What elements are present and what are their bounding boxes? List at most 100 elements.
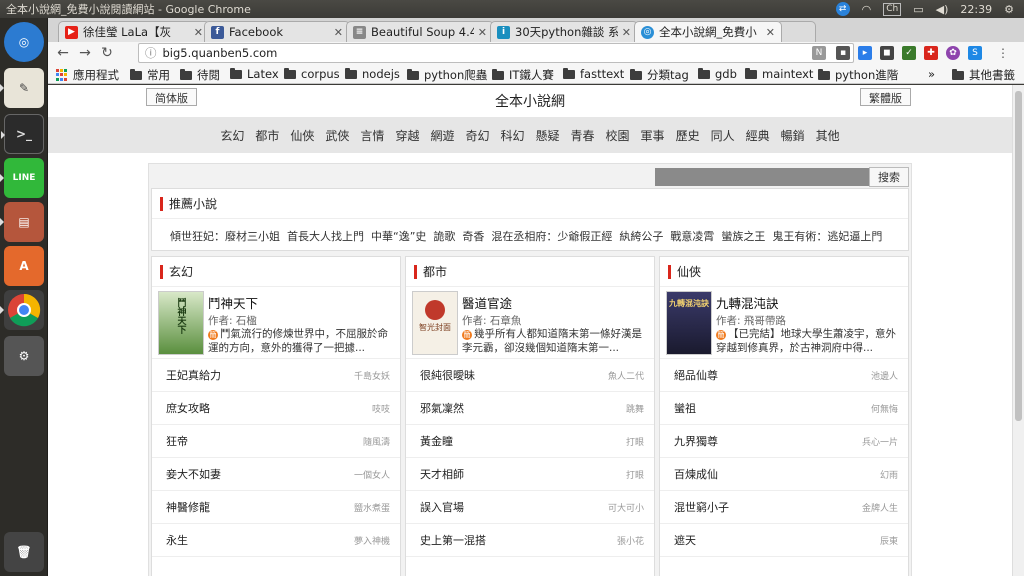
bookmark-folder[interactable]: IT鐵人賽 <box>492 67 554 83</box>
back-arrow-icon[interactable]: ← <box>52 45 74 61</box>
nav-category[interactable]: 同人 <box>710 127 736 144</box>
book-name[interactable]: 妾大不如妻 <box>166 466 221 482</box>
bookmark-folder[interactable]: 待閱 <box>180 67 220 83</box>
book-name[interactable]: 狂帝 <box>166 433 188 449</box>
book-name[interactable]: 邪氣凜然 <box>420 400 464 416</box>
list-item[interactable]: 絕品仙尊 池邊人 <box>660 359 908 392</box>
list-item[interactable]: 庶女攻略 吱吱 <box>152 392 400 425</box>
bookmark-folder[interactable]: python爬蟲 <box>407 67 487 83</box>
recommend-link[interactable]: 中華“逸”史 <box>371 228 426 244</box>
featured-book[interactable]: 九轉混沌訣 九轉混沌訣 作者: 飛哥帶路 簡【已完結】地球大學生蕭凌宇，意外穿越… <box>660 287 908 359</box>
bookmark-folder[interactable]: corpus <box>284 67 340 81</box>
recommend-link[interactable]: 傾世狂妃：廢材三小姐 <box>170 228 280 244</box>
text-editor-icon[interactable]: ✎ <box>0 68 44 108</box>
extension-color-icon[interactable]: ✿ <box>946 46 960 60</box>
nav-category[interactable]: 其他 <box>815 127 841 144</box>
info-icon[interactable]: ⓘ <box>145 45 157 61</box>
book-cover[interactable]: 鬥神天下 <box>158 291 204 355</box>
book-name[interactable]: 天才相師 <box>420 466 464 482</box>
bookmarks-overflow-chevron[interactable]: » <box>928 67 935 81</box>
page-scrollbar[interactable] <box>1012 85 1024 576</box>
featured-book[interactable]: 智光封面 醫道官途 作者: 石章魚 簡幾乎所有人都知道隋末第一條好漢是李元霸，卻… <box>406 287 654 359</box>
book-name[interactable]: 絕品仙尊 <box>674 367 718 383</box>
tab-quanben-active[interactable]: ◎ 全本小說網_免費小 ✕ <box>634 21 782 42</box>
nav-category[interactable]: 武俠 <box>324 127 350 144</box>
nav-category[interactable]: 歷史 <box>675 127 701 144</box>
bookmark-folder[interactable]: gdb <box>698 67 737 81</box>
extension-n-icon[interactable]: N <box>812 46 826 60</box>
extension-puzzle-icon[interactable]: ▪ <box>836 46 850 60</box>
address-bar[interactable]: ⓘ big5.quanben5.com ★ <box>138 43 854 63</box>
nav-category[interactable]: 網遊 <box>429 127 455 144</box>
book-name[interactable]: 史上第一混搭 <box>420 532 486 548</box>
recommend-link[interactable]: 詭歌 <box>433 228 455 244</box>
nav-category[interactable]: 暢銷 <box>780 127 806 144</box>
book-name[interactable]: 誤入官場 <box>420 499 464 515</box>
list-item[interactable]: 很純很曖昧 魚人二代 <box>406 359 654 392</box>
close-icon[interactable]: ✕ <box>622 26 631 39</box>
nav-category[interactable]: 校園 <box>605 127 631 144</box>
close-icon[interactable]: ✕ <box>478 26 487 39</box>
book-name[interactable]: 九界獨尊 <box>674 433 718 449</box>
extension-camera-icon[interactable]: ◼ <box>880 46 894 60</box>
bookmark-folder[interactable]: fasttext <box>563 67 624 81</box>
extension-arrow-icon[interactable]: ▸ <box>858 46 872 60</box>
extension-red-icon[interactable]: ✚ <box>924 46 938 60</box>
list-item[interactable]: 王妃真給力 千島女妖 <box>152 359 400 392</box>
list-item[interactable]: 黃金瞳 打眼 <box>406 425 654 458</box>
clock[interactable]: 22:39 <box>960 3 992 16</box>
nav-category[interactable]: 青春 <box>570 127 596 144</box>
tab-ithome[interactable]: i 30天python雜談 系 ✕ <box>490 21 638 42</box>
file-manager-icon[interactable]: ▤ <box>0 202 44 242</box>
bookmark-folder[interactable]: 常用 <box>130 67 170 83</box>
bookmark-folder[interactable]: maintext <box>745 67 813 81</box>
list-item[interactable]: 百煉成仙 幻雨 <box>660 458 908 491</box>
nav-category[interactable]: 都市 <box>254 127 280 144</box>
book-name[interactable]: 遮天 <box>674 532 696 548</box>
recommend-link[interactable]: 混在丞相府：少爺假正經 <box>491 228 612 244</box>
featured-title[interactable]: 醫道官途 <box>462 293 512 312</box>
system-settings-icon[interactable]: ⚙ <box>4 336 44 376</box>
featured-title[interactable]: 鬥神天下 <box>208 293 258 312</box>
nav-category[interactable]: 懸疑 <box>535 127 561 144</box>
extension-translate-icon[interactable]: ✓ <box>902 46 916 60</box>
list-item[interactable]: 誤入官場 可大可小 <box>406 491 654 524</box>
battery-icon[interactable]: ▭ <box>913 3 923 16</box>
book-name[interactable]: 黃金瞳 <box>420 433 453 449</box>
nav-category[interactable]: 奇幻 <box>464 127 490 144</box>
nav-category[interactable]: 穿越 <box>394 127 420 144</box>
line-app-icon[interactable]: LINE <box>0 158 44 198</box>
nav-category[interactable]: 言情 <box>359 127 385 144</box>
tab-youtube[interactable]: ▶ 徐佳瑩 LaLa【灰 ✕ <box>58 21 210 42</box>
featured-book[interactable]: 鬥神天下 鬥神天下 作者: 石楹 簡鬥氣流行的修煉世界中，不屈服於命運的方向，意… <box>152 287 400 359</box>
book-name[interactable]: 混世窮小子 <box>674 499 729 515</box>
book-name[interactable]: 庶女攻略 <box>166 400 210 416</box>
list-item[interactable]: 狂帝 隨風濤 <box>152 425 400 458</box>
nav-category[interactable]: 軍事 <box>640 127 666 144</box>
bookmark-folder[interactable]: nodejs <box>345 67 400 81</box>
chrome-icon[interactable] <box>0 290 44 330</box>
featured-title[interactable]: 九轉混沌訣 <box>716 293 779 312</box>
recommend-link[interactable]: 首長大人找上門 <box>287 228 364 244</box>
nav-category[interactable]: 仙俠 <box>289 127 315 144</box>
close-icon[interactable]: ✕ <box>766 26 775 39</box>
nav-category[interactable]: 玄幻 <box>219 127 245 144</box>
bookmark-folder[interactable]: Latex <box>230 67 279 81</box>
list-item[interactable]: 天才相師 打眼 <box>406 458 654 491</box>
trash-icon[interactable]: 🗑 <box>4 532 44 572</box>
recommend-link[interactable]: 蠻族之王 <box>721 228 765 244</box>
scrollbar-thumb[interactable] <box>1015 91 1022 421</box>
search-input[interactable] <box>655 168 869 186</box>
extension-blue-icon[interactable]: S <box>968 46 982 60</box>
close-icon[interactable]: ✕ <box>194 26 203 39</box>
list-item[interactable]: 邪氣凜然 跳舞 <box>406 392 654 425</box>
book-name[interactable]: 神醫修龍 <box>166 499 210 515</box>
keyboard-indicator[interactable]: Ch <box>883 2 902 16</box>
bookmark-folder[interactable]: 分類tag <box>630 67 689 83</box>
sync-icon[interactable]: ⇄ <box>835 2 850 16</box>
list-item[interactable]: 永生 夢入神機 <box>152 524 400 557</box>
list-item[interactable]: 混世窮小子 金牌人生 <box>660 491 908 524</box>
close-icon[interactable]: ✕ <box>334 26 343 39</box>
power-gear-icon[interactable]: ⚙ <box>1004 3 1014 16</box>
recommend-link[interactable]: 紈絝公子 <box>619 228 663 244</box>
